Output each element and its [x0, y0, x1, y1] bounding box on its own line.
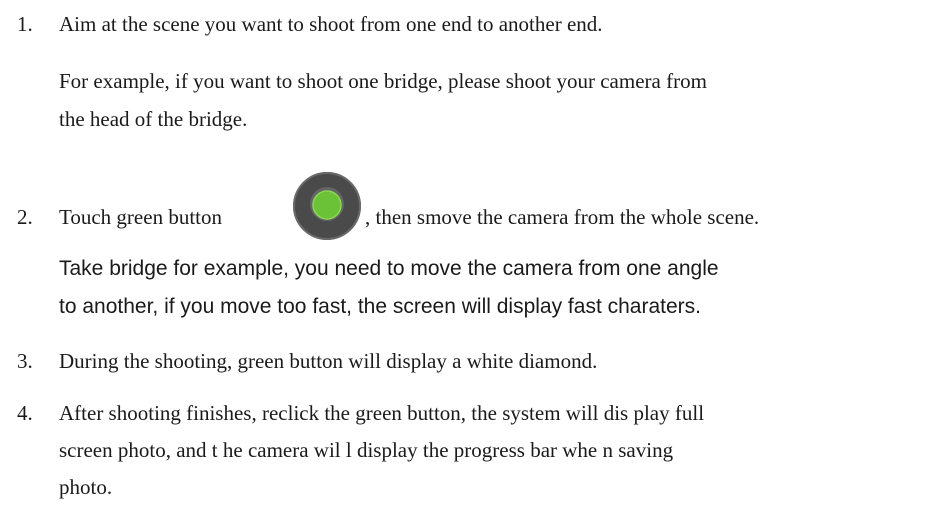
step-2-text-after: , then smove the camera from the whole s… — [365, 205, 760, 229]
step-2-note-line-1: Take bridge for example, you need to mov… — [59, 257, 719, 280]
step-2-number: 2. — [17, 205, 33, 229]
step-3-text: During the shooting, green button will d… — [59, 349, 598, 373]
step-2-note-line-2: to another, if you move too fast, the sc… — [59, 295, 701, 318]
step-4-line-3: photo. — [59, 475, 113, 499]
step-1-note-line-1: For example, if you want to shoot one br… — [59, 69, 707, 93]
step-1-number: 1. — [17, 12, 33, 36]
step-3-number: 3. — [17, 349, 33, 373]
step-1-text: Aim at the scene you want to shoot from … — [59, 12, 603, 36]
green-record-button-icon — [293, 172, 361, 240]
step-2-text-before: Touch green button — [59, 205, 222, 229]
step-4-line-2: screen photo, and t he camera wil l disp… — [59, 438, 674, 462]
step-4-number: 4. — [17, 401, 33, 425]
step-1-note-line-2: the head of the bridge. — [59, 107, 248, 131]
step-4-line-1: After shooting finishes, reclick the gre… — [59, 401, 705, 425]
